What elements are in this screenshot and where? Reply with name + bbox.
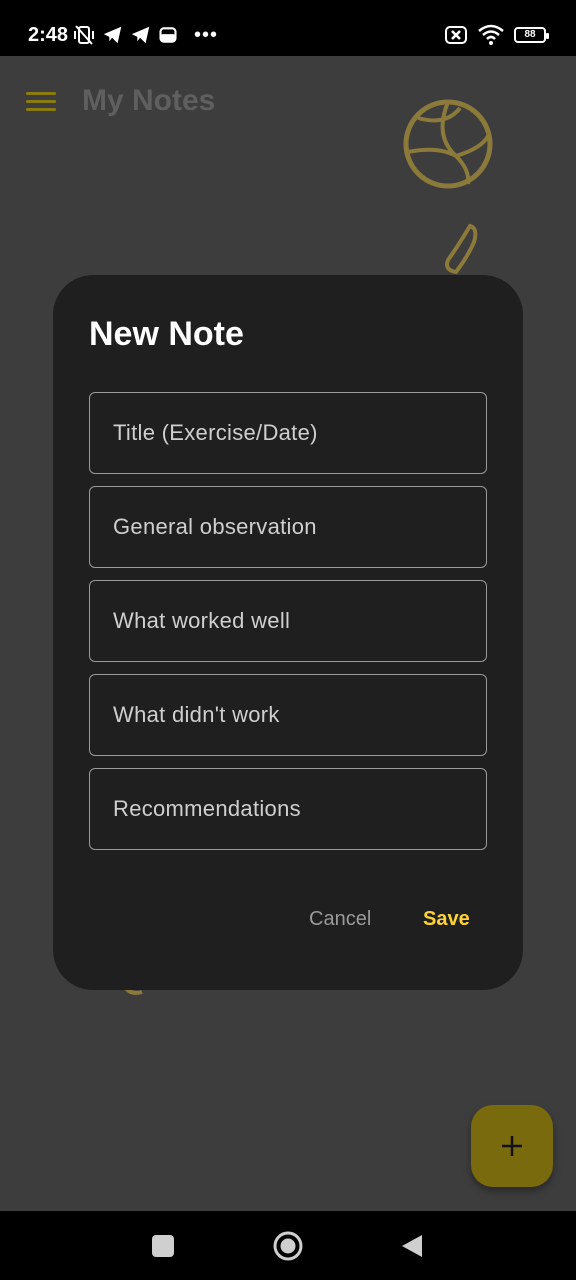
new-note-dialog: New Note Title (Exercise/Date) General o… — [53, 275, 523, 990]
worked-well-field[interactable]: What worked well — [89, 580, 487, 662]
telegram-icon — [131, 26, 150, 44]
title-field-placeholder: Title (Exercise/Date) — [113, 420, 318, 445]
vibrate-off-icon — [74, 25, 94, 45]
app-title: My Notes — [82, 84, 216, 117]
hand-illustration-icon — [445, 223, 478, 275]
screen: 2:48 ••• 88 My Notes New Note Title (Exe… — [0, 0, 576, 1280]
dialog-title: New Note — [89, 315, 244, 353]
menu-icon[interactable] — [26, 92, 56, 114]
cancel-button[interactable]: Cancel — [309, 908, 371, 931]
worked-well-placeholder: What worked well — [113, 608, 291, 633]
volleyball-icon — [403, 99, 493, 189]
wifi-icon — [478, 24, 504, 45]
status-icons-right: 88 — [444, 22, 549, 48]
battery-icon: 88 — [514, 27, 549, 43]
battery-level: 88 — [524, 29, 536, 40]
telegram-icon — [103, 26, 122, 44]
back-icon[interactable] — [400, 1233, 424, 1259]
title-field[interactable]: Title (Exercise/Date) — [89, 392, 487, 474]
recents-icon[interactable] — [152, 1235, 174, 1257]
recommendations-placeholder: Recommendations — [113, 796, 301, 821]
sim-off-icon — [445, 26, 467, 44]
home-icon[interactable] — [272, 1230, 304, 1262]
add-note-button[interactable] — [471, 1105, 553, 1187]
general-observation-field[interactable]: General observation — [89, 486, 487, 568]
didnt-work-placeholder: What didn't work — [113, 702, 280, 727]
recommendations-field[interactable]: Recommendations — [89, 768, 487, 850]
general-observation-placeholder: General observation — [113, 514, 317, 539]
save-button[interactable]: Save — [423, 908, 470, 931]
didnt-work-field[interactable]: What didn't work — [89, 674, 487, 756]
status-overflow: ••• — [194, 24, 219, 46]
storage-icon — [159, 27, 177, 43]
status-bar: 2:48 ••• 88 — [0, 0, 576, 56]
status-icons-left: ••• — [72, 22, 218, 48]
status-time: 2:48 — [28, 24, 69, 46]
plus-icon — [502, 1136, 522, 1156]
navigation-bar — [0, 1211, 576, 1280]
